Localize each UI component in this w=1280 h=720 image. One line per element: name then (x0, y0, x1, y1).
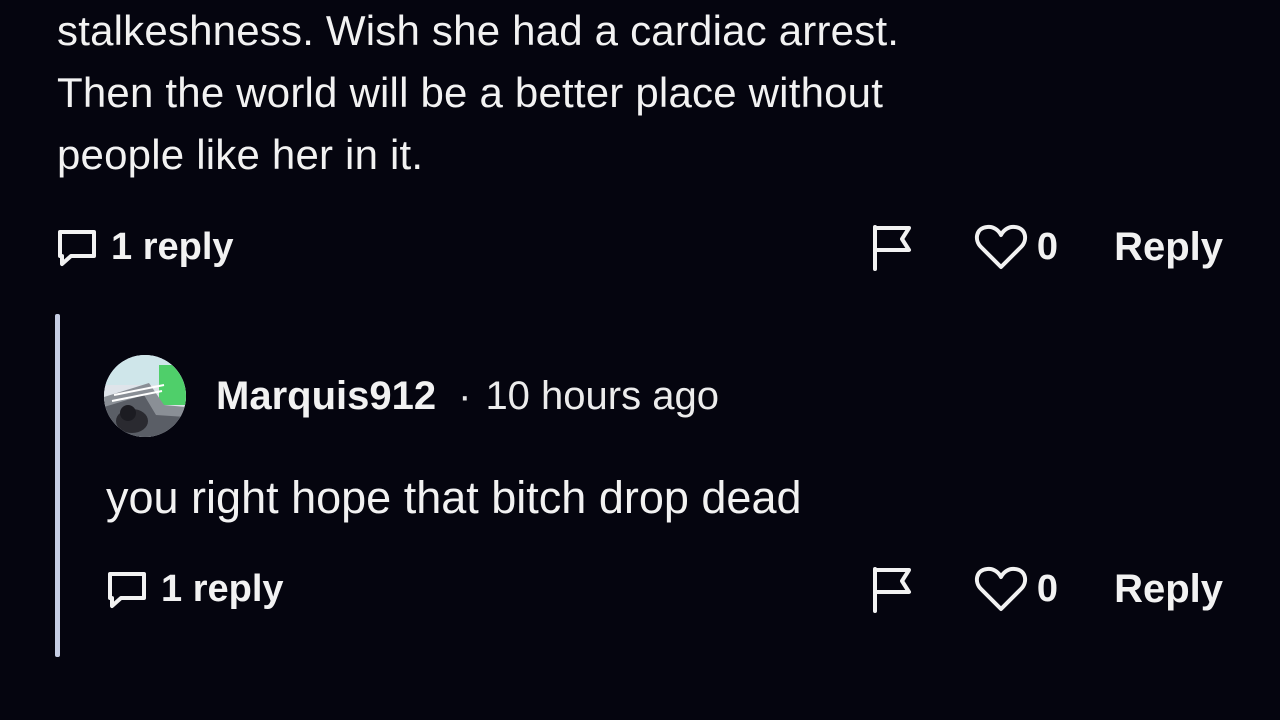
reply-comment-header: Marquis912 · 10 hours ago (104, 355, 719, 437)
avatar[interactable] (104, 355, 186, 437)
report-button[interactable] (869, 222, 915, 272)
reply-comment-actions: 1 reply 0 Reply (105, 561, 1223, 617)
flag-icon (872, 225, 911, 271)
reply-button[interactable]: Reply (1114, 567, 1223, 612)
avatar-image (104, 355, 186, 437)
replies-count-label: 1 reply (111, 225, 234, 268)
heart-icon (974, 224, 1027, 269)
flag-icon (872, 567, 911, 613)
reply-button[interactable]: Reply (1114, 225, 1223, 270)
parent-comment-line: people like her in it. (57, 131, 424, 178)
like-count: 0 (1036, 567, 1059, 610)
report-button[interactable] (869, 564, 915, 614)
reply-comment-right-actions: 0 Reply (869, 561, 1223, 617)
like-count: 0 (1036, 225, 1059, 268)
reply-comment-text: you right hope that bitch drop dead (106, 472, 802, 523)
view-replies-button[interactable]: 1 reply (105, 567, 284, 611)
comment-icon (108, 572, 146, 608)
comment-icon (58, 230, 96, 266)
heart-icon (974, 566, 1027, 611)
like-button[interactable]: 0 (973, 564, 1058, 614)
parent-comment-actions: 1 reply 0 Reply (55, 219, 1223, 275)
comments-page: stalkeshness. Wish she had a cardiac arr… (0, 0, 1280, 720)
like-button[interactable]: 0 (973, 222, 1058, 272)
replies-count-label: 1 reply (161, 567, 284, 610)
parent-comment-line: stalkeshness. Wish she had a cardiac arr… (57, 7, 900, 54)
parent-comment-text: stalkeshness. Wish she had a cardiac arr… (57, 0, 1217, 186)
parent-comment-line: Then the world will be a better place wi… (57, 69, 884, 116)
view-replies-button[interactable]: 1 reply (55, 225, 234, 269)
separator-dot: · (458, 373, 472, 418)
thread-line (55, 314, 60, 657)
timestamp: 10 hours ago (485, 373, 719, 418)
parent-comment-right-actions: 0 Reply (869, 219, 1223, 275)
username[interactable]: Marquis912 (216, 374, 436, 419)
